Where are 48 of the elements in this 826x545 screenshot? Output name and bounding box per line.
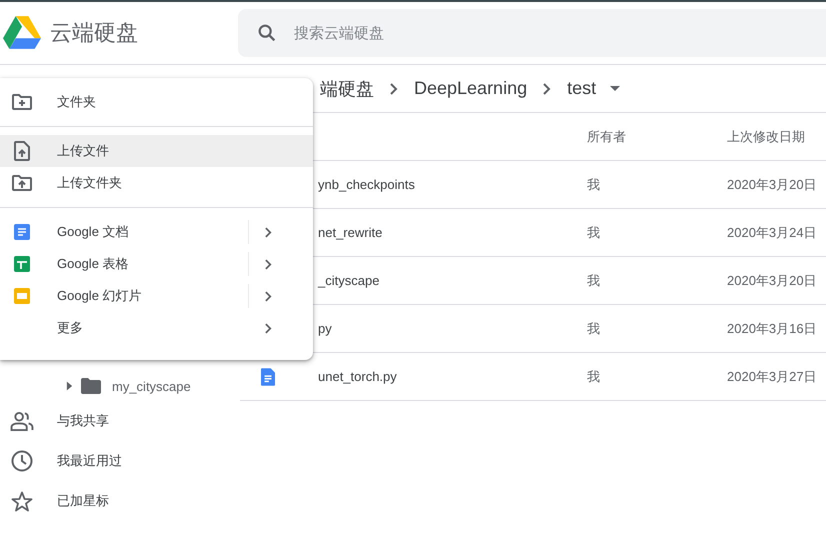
modified-date-cell: 2020年3月27日 — [727, 368, 817, 386]
star-icon — [10, 490, 34, 512]
search-field[interactable]: 搜索云端硬盘 — [294, 24, 594, 42]
breadcrumb-item[interactable]: test — [563, 78, 624, 99]
file-name[interactable]: _cityscape — [318, 273, 380, 288]
owner-cell-text: 我 — [587, 224, 601, 242]
menu-item[interactable]: Google 幻灯片 — [0, 280, 313, 312]
app-title: 云端硬盘 — [50, 19, 139, 47]
docs-icon — [14, 224, 30, 240]
menu-item[interactable]: 更多 — [0, 312, 313, 344]
owner-cell-text: 我 — [587, 176, 601, 194]
people-icon — [10, 412, 34, 430]
menu-item[interactable]: 上传文件 — [0, 135, 313, 167]
drive-logo-icon — [3, 16, 41, 50]
modified-date-cell: 2020年3月24日 — [727, 224, 817, 242]
document-icon — [261, 368, 275, 386]
clock-icon — [10, 450, 34, 472]
modified-date-cell: 2020年3月20日 — [727, 176, 817, 194]
slides-icon — [14, 288, 30, 304]
owner-cell-text: 我 — [587, 272, 601, 290]
search-icon — [256, 22, 278, 44]
sheets-icon — [14, 256, 30, 272]
folder-upload-icon — [12, 175, 32, 191]
folder-tree-item[interactable]: my_cityscape — [0, 371, 240, 401]
breadcrumb-item[interactable]: 端硬盘 — [316, 76, 378, 100]
file-upload-icon — [14, 141, 30, 161]
menu-item[interactable]: 上传文件夹 — [0, 167, 313, 199]
modified-date-cell: 2020年3月16日 — [727, 320, 817, 338]
file-name[interactable]: net_rewrite — [318, 225, 382, 240]
menu-item[interactable]: Google 表格 — [0, 248, 313, 280]
owner-cell-text: 我 — [587, 368, 601, 386]
column-header[interactable]: 上次修改日期 — [727, 128, 805, 146]
folder-icon — [81, 378, 101, 394]
chevron-right-icon — [543, 82, 552, 94]
owner-cell-text: 我 — [587, 320, 601, 338]
sidebar-item[interactable]: 与我共享 — [0, 401, 240, 441]
sidebar-item[interactable]: 已加星标 — [0, 481, 240, 521]
menu-item[interactable]: 文件夹 — [0, 86, 313, 118]
file-name[interactable]: ynb_checkpoints — [318, 177, 415, 192]
sidebar-item[interactable]: 我最近用过 — [0, 441, 240, 481]
file-name[interactable]: unet_torch.py — [318, 369, 397, 384]
new-folder-icon — [12, 94, 32, 110]
chevron-right-icon — [390, 82, 398, 94]
column-header[interactable]: 所有者 — [587, 128, 727, 146]
file-name[interactable]: py — [318, 321, 332, 336]
menu-item[interactable]: Google 文档 — [0, 216, 313, 248]
modified-date-cell: 2020年3月20日 — [727, 272, 817, 290]
breadcrumb-item[interactable]: DeepLearning — [410, 78, 532, 99]
